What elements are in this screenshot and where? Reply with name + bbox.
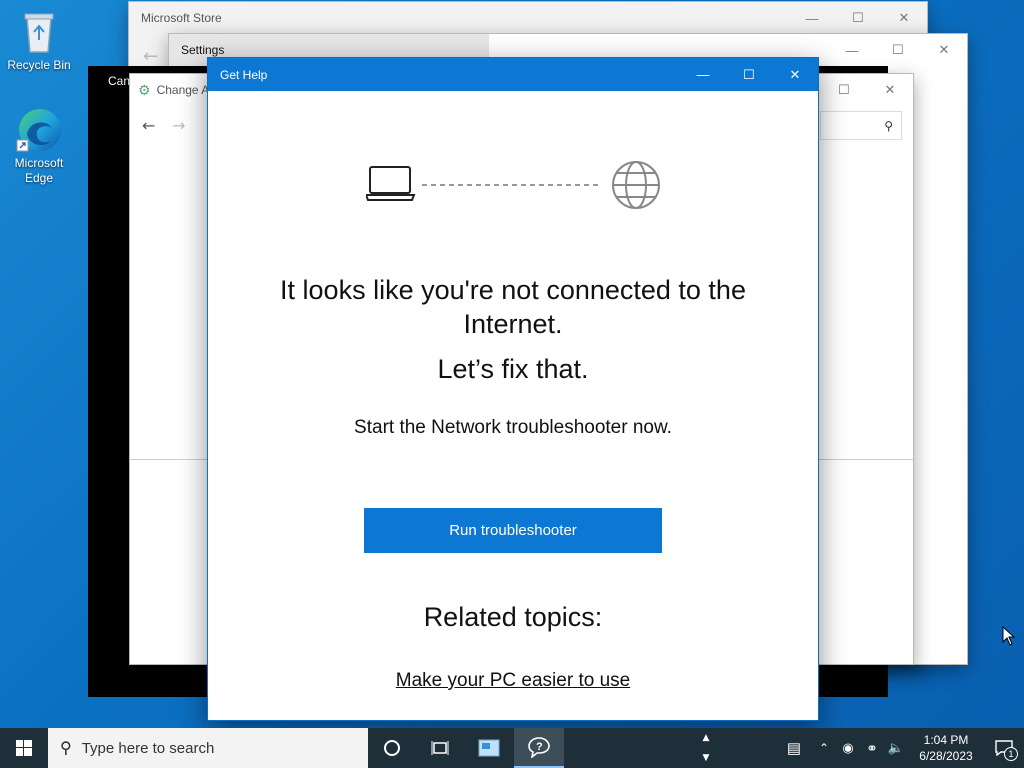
desktop-icon-microsoft-edge[interactable]: Microsoft Edge	[1, 106, 77, 186]
minimize-icon[interactable]: —	[789, 2, 835, 34]
store-titlebar: Microsoft Store — ☐ ✕	[129, 2, 927, 34]
volume-muted-icon[interactable]: 🔈	[884, 740, 908, 756]
settings-title: Settings	[181, 43, 225, 57]
notification-badge: 1	[1004, 747, 1018, 761]
meet-now-icon[interactable]: ◉	[836, 740, 860, 756]
back-arrow-icon[interactable]: ←	[143, 46, 158, 67]
black-window-title: Can	[108, 74, 131, 88]
desktop-icon-label: Recycle Bin	[7, 58, 71, 72]
chevron-down-icon: ▼	[702, 753, 710, 763]
related-topic-link[interactable]: Make your PC easier to use	[396, 670, 630, 691]
control-panel-icon: ⚙	[138, 81, 151, 98]
related-link-row: Make your PC easier to use	[208, 669, 818, 693]
windows-logo-icon	[16, 740, 32, 756]
related-topics-heading: Related topics:	[423, 602, 603, 632]
search-icon: ⚲	[60, 740, 72, 757]
close-icon[interactable]: ✕	[881, 2, 927, 34]
chevron-up-icon[interactable]: ⌃	[812, 741, 836, 755]
taskbar: ⚲ Type here to search ? ▲ ▼ ▤ ⌃ ◉ ⚭ 🔈 1:…	[0, 728, 1024, 768]
store-title: Microsoft Store	[141, 11, 222, 25]
chevron-up-icon: ▲	[702, 733, 710, 743]
close-icon[interactable]: ✕	[921, 34, 967, 66]
desktop-icon-recycle-bin[interactable]: Recycle Bin	[1, 8, 77, 73]
cortana-button[interactable]	[368, 728, 416, 768]
maximize-icon[interactable]: ☐	[875, 34, 921, 66]
news-icon[interactable]: ▤	[776, 739, 812, 757]
desktop-icon-label: Microsoft Edge	[14, 156, 64, 185]
clock[interactable]: 1:04 PM 6/28/2023	[908, 732, 984, 764]
notification-center-button[interactable]: 1	[984, 728, 1024, 768]
globe-icon	[612, 161, 660, 209]
recycle-bin-icon	[15, 8, 63, 56]
close-icon[interactable]: ✕	[867, 74, 913, 106]
get-help-app-icon: ?	[528, 737, 550, 758]
get-help-content: It looks like you're not connected to th…	[208, 91, 818, 720]
system-tray: ▤ ⌃ ◉ ⚭ 🔈 1:04 PM 6/28/2023 1	[776, 728, 1024, 768]
task-view-button[interactable]	[416, 728, 464, 768]
run-troubleshooter-button[interactable]: Run troubleshooter	[364, 508, 662, 553]
clock-time: 1:04 PM	[923, 733, 969, 747]
edge-icon	[15, 106, 63, 154]
start-button[interactable]	[0, 728, 48, 768]
get-help-window[interactable]: Get Help — ☐ ✕ It looks like you're not …	[207, 57, 819, 721]
headline: It looks like you're not connected to th…	[280, 275, 746, 339]
maximize-icon[interactable]: ☐	[726, 59, 772, 91]
taskbar-app-get-help[interactable]: ?	[514, 728, 564, 768]
search-placeholder: Type here to search	[81, 739, 215, 757]
svg-text:?: ?	[536, 741, 543, 753]
maximize-icon[interactable]: ☐	[821, 74, 867, 106]
search-icon: ⚲	[884, 118, 893, 133]
close-icon[interactable]: ✕	[772, 59, 818, 91]
task-view-icon	[431, 741, 449, 755]
laptop-icon	[366, 166, 416, 201]
back-arrow-icon[interactable]: ←	[142, 116, 155, 135]
clock-date: 6/28/2023	[919, 749, 973, 763]
subheadline: Let’s fix that.	[437, 354, 589, 384]
address-search-box[interactable]: ⚲	[820, 111, 902, 140]
get-help-titlebar: Get Help — ☐ ✕	[208, 58, 818, 91]
taskbar-app-control-panel[interactable]	[464, 728, 514, 768]
forward-arrow-icon[interactable]: →	[172, 116, 185, 135]
no-connection-illustration	[366, 161, 660, 209]
mouse-cursor-icon	[1002, 626, 1016, 646]
network-icon[interactable]: ⚭	[860, 740, 884, 757]
get-help-title: Get Help	[220, 67, 268, 82]
taskbar-search-box[interactable]: ⚲ Type here to search	[48, 728, 368, 768]
instruction-text: Start the Network troubleshooter now.	[354, 417, 672, 438]
taskbar-overflow-scroll[interactable]: ▲ ▼	[698, 728, 714, 768]
minimize-icon[interactable]: —	[829, 34, 875, 66]
maximize-icon[interactable]: ☐	[835, 2, 881, 34]
minimize-icon[interactable]: —	[680, 59, 726, 91]
cortana-icon	[384, 740, 400, 756]
control-panel-app-icon	[478, 739, 500, 757]
